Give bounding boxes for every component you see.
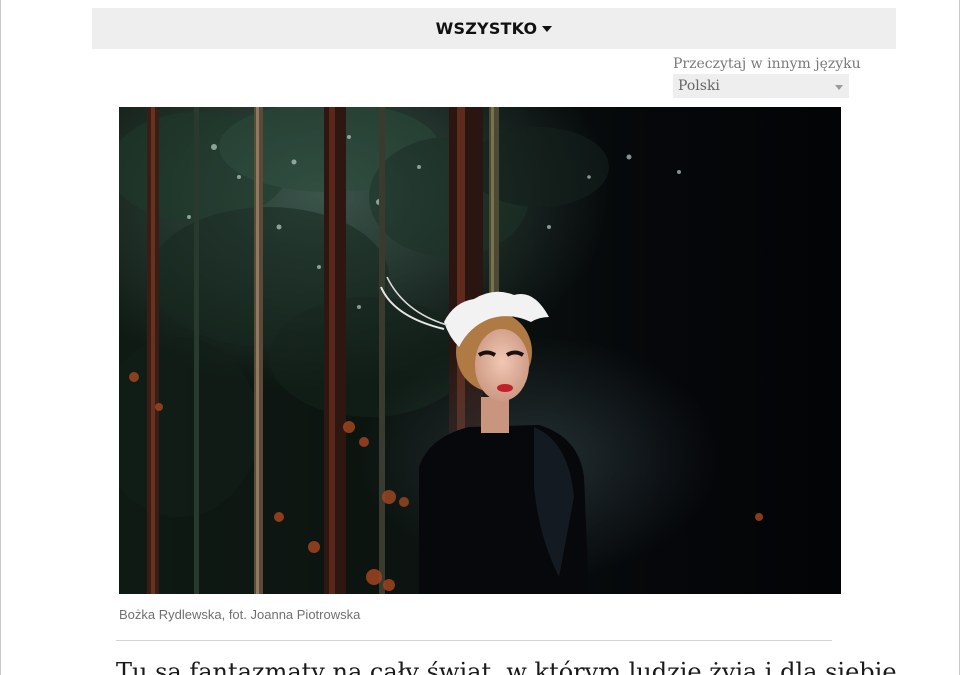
caption-divider (116, 640, 832, 641)
article-lead-text: Tu są fantazmaty na cały świat, w którym… (116, 658, 905, 675)
article-photo (119, 107, 841, 594)
category-bar: WSZYSTKO (92, 8, 896, 49)
caret-down-icon (542, 26, 553, 32)
page: WSZYSTKO Przeczytaj w innym języku Polsk… (0, 0, 960, 675)
language-label: Przeczytaj w innym języku (673, 56, 861, 72)
language-select-value: Polski (678, 78, 720, 94)
category-filter-button[interactable]: WSZYSTKO (436, 19, 553, 38)
select-caret-icon (835, 85, 843, 90)
photo-caption: Bożka Rydlewska, fot. Joanna Piotrowska (119, 607, 361, 622)
window-border-left (0, 0, 1, 675)
category-filter-label: WSZYSTKO (435, 19, 538, 38)
language-select[interactable]: Polski (673, 74, 849, 98)
